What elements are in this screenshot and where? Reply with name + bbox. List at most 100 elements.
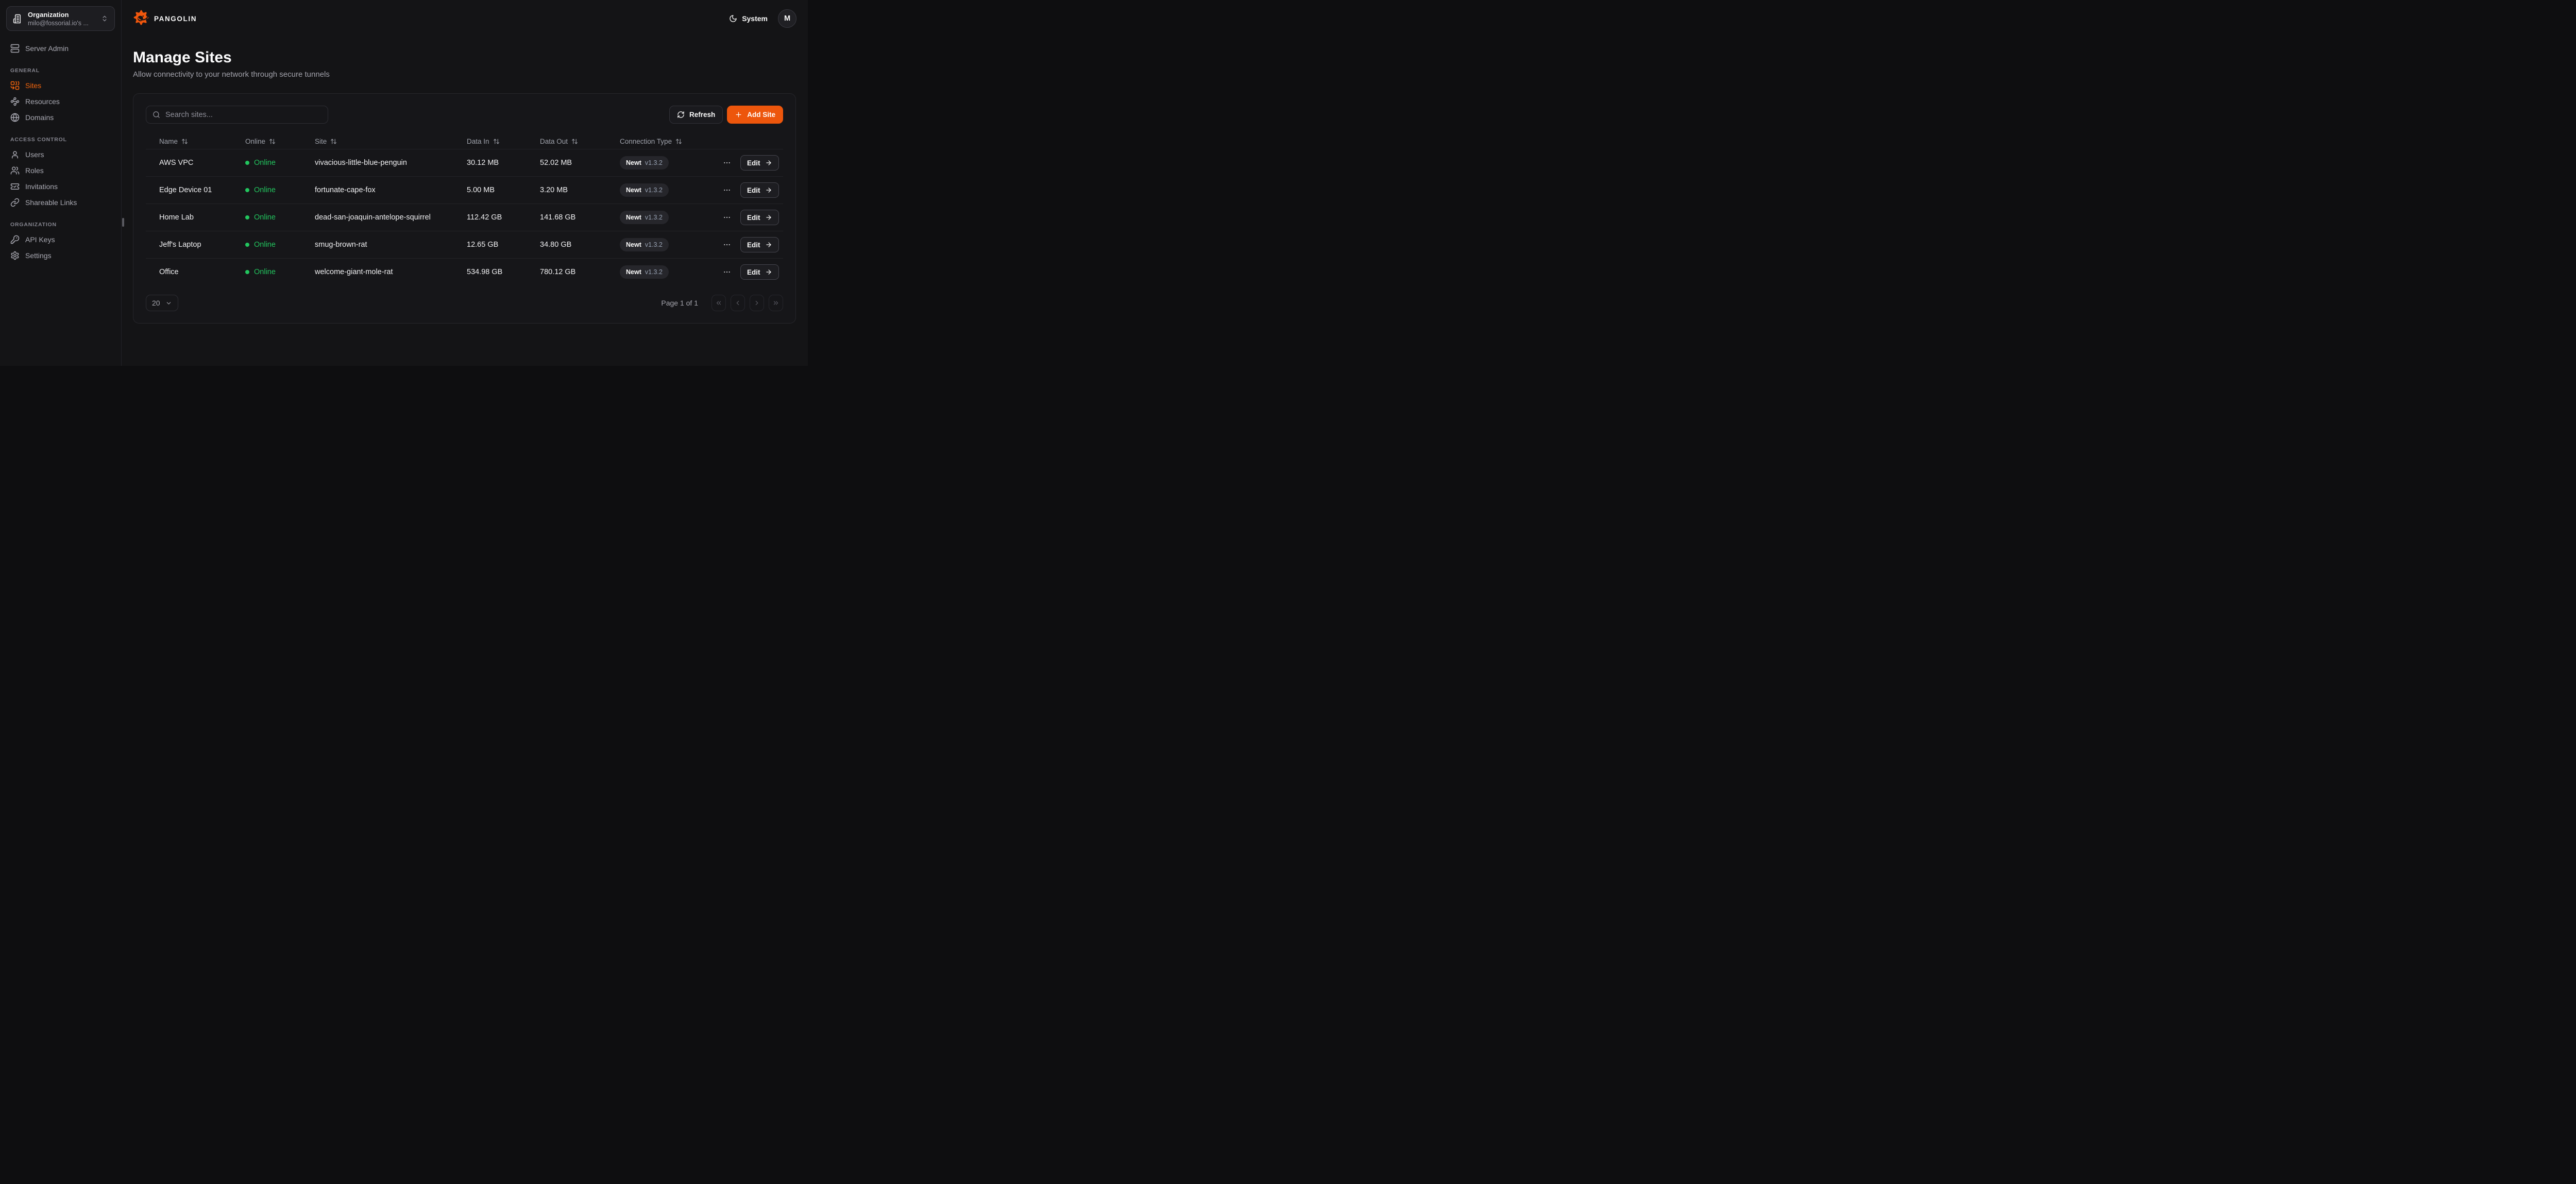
theme-toggle[interactable]: System (729, 14, 768, 23)
row-menu-button[interactable] (723, 159, 731, 167)
top-right-controls: System M (729, 9, 796, 28)
table-row: Home Lab Online dead-san-joaquin-antelop… (146, 204, 783, 231)
gear-icon (10, 251, 20, 260)
sidebar-item-label: API Keys (25, 235, 55, 244)
sidebar-item-label: Shareable Links (25, 198, 77, 207)
edit-button[interactable]: Edit (740, 182, 779, 198)
column-header-name[interactable]: Name (146, 138, 232, 145)
row-menu-button[interactable] (723, 213, 731, 222)
combine-icon (10, 81, 20, 90)
row-menu-button[interactable] (723, 268, 731, 276)
plus-icon (735, 111, 742, 119)
sidebar-nav: Server Admin GENERAL Sites Resources Do (6, 31, 115, 263)
column-label: Name (159, 138, 178, 145)
moon-icon (729, 14, 737, 23)
connection-badge: Newtv1.3.2 (620, 183, 669, 197)
search-input[interactable] (165, 111, 321, 119)
chevron-right-icon (753, 299, 760, 307)
cell-name: Edge Device 01 (146, 186, 232, 194)
sidebar-item-label: Domains (25, 113, 54, 122)
sort-icon (493, 138, 500, 145)
sites-card: Refresh Add Site Name (133, 93, 796, 324)
cell-actions: Edit (723, 264, 784, 280)
edit-button[interactable]: Edit (740, 210, 779, 225)
organization-value: milo@fossorial.io's ... (28, 19, 96, 27)
cell-connection-type: Newtv1.3.2 (606, 238, 723, 251)
last-page-button[interactable] (769, 295, 783, 311)
sidebar-item-sites[interactable]: Sites (6, 78, 115, 93)
sidebar-item-domains[interactable]: Domains (6, 110, 115, 125)
refresh-button[interactable]: Refresh (669, 106, 723, 124)
cell-site: smug-brown-rat (301, 241, 453, 249)
online-status: Online (254, 241, 276, 249)
column-header-data-out[interactable]: Data Out (527, 138, 606, 145)
sidebar-item-invitations[interactable]: Invitations (6, 179, 115, 194)
sidebar-item-shareable-links[interactable]: Shareable Links (6, 195, 115, 210)
first-page-button[interactable] (711, 295, 726, 311)
brand-name: PANGOLIN (154, 15, 197, 23)
column-header-connection-type[interactable]: Connection Type (606, 138, 723, 145)
online-status: Online (254, 159, 276, 167)
chevrons-right-icon (772, 299, 779, 307)
arrow-right-icon (765, 187, 772, 194)
cell-name: AWS VPC (146, 159, 232, 167)
page-size-value: 20 (152, 299, 160, 307)
cell-online: Online (232, 186, 301, 194)
connection-badge: Newtv1.3.2 (620, 238, 669, 251)
chevron-left-icon (734, 299, 741, 307)
online-status: Online (254, 186, 276, 194)
sort-icon (571, 138, 578, 145)
column-label: Online (245, 138, 265, 145)
cell-data-in: 5.00 MB (453, 186, 527, 194)
cell-connection-type: Newtv1.3.2 (606, 265, 723, 279)
previous-page-button[interactable] (731, 295, 745, 311)
cell-data-out: 34.80 GB (527, 241, 606, 249)
column-header-online[interactable]: Online (232, 138, 301, 145)
cell-site: welcome-giant-mole-rat (301, 268, 453, 276)
table-row: AWS VPC Online vivacious-little-blue-pen… (146, 149, 783, 176)
sidebar-item-resources[interactable]: Resources (6, 94, 115, 109)
sidebar-section-general: GENERAL (6, 67, 115, 74)
cell-name: Home Lab (146, 213, 232, 222)
online-dot-icon (245, 243, 249, 247)
cell-actions: Edit (723, 155, 784, 171)
pagination-buttons (711, 295, 783, 311)
sidebar-item-users[interactable]: Users (6, 147, 115, 162)
chevrons-left-icon (715, 299, 722, 307)
organization-selector[interactable]: Organization milo@fossorial.io's ... (6, 6, 115, 31)
page-size-select[interactable]: 20 (146, 295, 178, 311)
sidebar-scrollbar-thumb[interactable] (122, 218, 124, 227)
sidebar-item-api-keys[interactable]: API Keys (6, 232, 115, 247)
sidebar-item-label: Invitations (25, 182, 58, 191)
search-icon (152, 111, 160, 119)
column-header-site[interactable]: Site (301, 138, 453, 145)
user-icon (10, 150, 20, 159)
sidebar-item-label: Settings (25, 251, 52, 260)
edit-label: Edit (747, 187, 760, 194)
globe-icon (10, 113, 20, 122)
sort-icon (181, 138, 188, 145)
cell-data-out: 52.02 MB (527, 159, 606, 167)
connection-version: v1.3.2 (645, 241, 663, 248)
avatar[interactable]: M (778, 9, 796, 28)
online-status: Online (254, 213, 276, 222)
edit-button[interactable]: Edit (740, 264, 779, 280)
sidebar-item-server-admin[interactable]: Server Admin (6, 41, 115, 56)
next-page-button[interactable] (750, 295, 764, 311)
online-status: Online (254, 268, 276, 276)
add-site-button[interactable]: Add Site (727, 106, 783, 124)
waypoints-icon (10, 97, 20, 106)
row-menu-button[interactable] (723, 186, 731, 194)
chevron-down-icon (165, 300, 172, 307)
sidebar-item-settings[interactable]: Settings (6, 248, 115, 263)
sidebar-item-roles[interactable]: Roles (6, 163, 115, 178)
edit-button[interactable]: Edit (740, 237, 779, 252)
column-header-data-in[interactable]: Data In (453, 138, 527, 145)
sidebar-item-label: Roles (25, 166, 44, 175)
edit-button[interactable]: Edit (740, 155, 779, 171)
pagination-status: Page 1 of 1 (661, 299, 698, 307)
connection-version: v1.3.2 (645, 159, 663, 166)
sort-icon (675, 138, 682, 145)
cell-data-in: 30.12 MB (453, 159, 527, 167)
row-menu-button[interactable] (723, 241, 731, 249)
